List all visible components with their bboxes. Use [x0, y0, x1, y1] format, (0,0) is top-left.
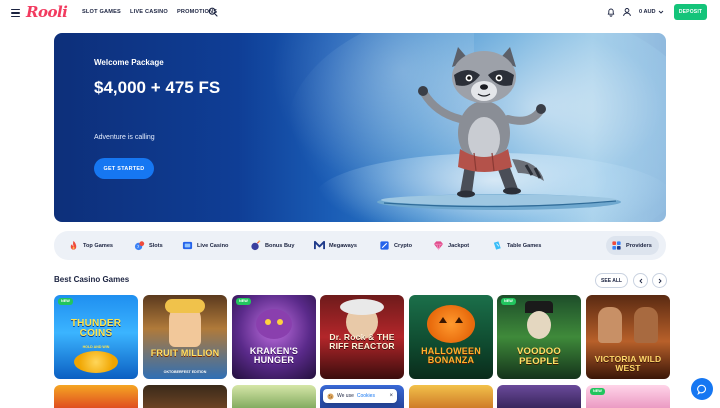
crypto-icon: [380, 241, 389, 250]
megaways-icon: [314, 240, 325, 250]
game-tile[interactable]: [497, 385, 581, 408]
chat-button[interactable]: [691, 378, 713, 400]
game-tile-halloween-bonanza[interactable]: HALLOWEEN BONANZA: [409, 295, 493, 379]
diamond-icon: [433, 241, 444, 251]
game-tile-krakens-hunger[interactable]: NEW KRAKEN'S HUNGER: [232, 295, 316, 379]
menu-icon[interactable]: [11, 9, 20, 17]
svg-text:7: 7: [137, 245, 139, 249]
category-megaways[interactable]: Megaways: [314, 238, 357, 253]
see-all-button[interactable]: SEE ALL: [595, 273, 628, 288]
rooli-logo[interactable]: Rooli: [26, 3, 68, 21]
category-label: Table Games: [507, 242, 542, 249]
live-casino-icon: [182, 241, 193, 250]
game-tile-fruit-million[interactable]: FRUIT MILLION OKTOBERFEST EDITION: [143, 295, 227, 379]
new-badge: NEW: [590, 388, 605, 395]
category-label: Top Games: [83, 242, 114, 249]
game-title: THUNDER COINS: [70, 318, 122, 339]
bomb-icon: [251, 240, 261, 251]
category-providers[interactable]: Providers: [606, 236, 659, 255]
category-top-games[interactable]: Top Games: [68, 238, 113, 253]
chevron-left-icon: [638, 278, 642, 283]
category-label: Jackpot: [448, 242, 470, 249]
close-icon[interactable]: ×: [389, 393, 393, 399]
category-bonus-buy[interactable]: Bonus Buy: [250, 238, 295, 253]
game-tile-victoria-wild-west[interactable]: VICTORIA WILD WEST: [586, 295, 670, 379]
new-badge: NEW: [58, 298, 73, 305]
slots-icon: 7: [134, 241, 145, 251]
table-games-icon: [493, 241, 501, 250]
coins-graphic: [74, 351, 118, 373]
game-subtitle: OKTOBERFEST EDITION: [163, 370, 207, 374]
top-header: Rooli SLOT GAMES LIVE CASINO PROMOTIONS …: [0, 0, 720, 28]
chevron-down-icon: [658, 10, 663, 14]
game-title: VOODOO PEOPLE: [517, 346, 561, 367]
game-tile[interactable]: [232, 385, 316, 408]
game-tile[interactable]: [54, 385, 138, 408]
new-badge: NEW: [236, 298, 251, 305]
nav-slot-games[interactable]: SLOT GAMES: [82, 9, 121, 15]
racoon-surfer-illustration: [418, 47, 546, 198]
new-badge: NEW: [501, 298, 516, 305]
hero-amount: $4,000 + 475 FS: [94, 78, 221, 97]
category-label: Crypto: [394, 242, 413, 249]
balance-value: 0 AUD: [639, 9, 656, 15]
category-live-casino[interactable]: Live Casino: [182, 238, 228, 253]
welcome-banner[interactable]: Welcome Package $4,000 + 475 FS Adventur…: [54, 33, 666, 222]
bell-icon[interactable]: [606, 7, 616, 17]
game-title: Dr. Rock & THE RIFF REACTOR: [329, 332, 395, 351]
category-label: Providers: [626, 242, 652, 249]
cowgirl-graphic: [598, 307, 622, 343]
cookies-link[interactable]: Cookies: [357, 393, 375, 399]
search-icon[interactable]: [208, 7, 218, 17]
game-tile[interactable]: NEW: [586, 385, 670, 408]
game-title: VICTORIA WILD WEST: [594, 354, 662, 373]
chat-icon: [696, 384, 706, 395]
next-button[interactable]: [652, 273, 667, 288]
category-label: Live Casino: [197, 242, 229, 249]
kraken-graphic: [256, 309, 292, 339]
hero-subtitle: Adventure is calling: [94, 134, 155, 141]
nav-live-casino[interactable]: LIVE CASINO: [130, 9, 168, 15]
category-label: Megaways: [329, 242, 357, 249]
providers-icon: [612, 241, 621, 250]
game-tile-thunder-coins[interactable]: NEW THUNDER COINS HOLD AND WIN: [54, 295, 138, 379]
game-tile[interactable]: [409, 385, 493, 408]
balance-dropdown[interactable]: 0 AUD: [639, 9, 664, 15]
main-nav: SLOT GAMES LIVE CASINO PROMOTIONS: [82, 9, 217, 15]
category-bar: Top Games 7 Slots Live Casino Bonus Buy …: [54, 231, 666, 260]
cookie-notice: We use Cookies ×: [323, 389, 397, 403]
section-title: Best Casino Games: [54, 275, 130, 284]
deposit-button[interactable]: DEPOSIT: [674, 4, 707, 20]
game-subtitle: HOLD AND WIN: [82, 345, 110, 349]
cookie-icon: [327, 392, 334, 400]
hair-graphic: [165, 299, 205, 313]
get-started-button[interactable]: GET STARTED: [94, 158, 154, 179]
category-jackpot[interactable]: Jackpot: [433, 238, 469, 253]
game-title: FRUIT MILLION: [150, 348, 220, 358]
category-crypto[interactable]: Crypto: [379, 238, 412, 253]
cowboy-graphic: [634, 307, 658, 343]
pumpkin-graphic: [427, 305, 475, 343]
game-title: HALLOWEEN BONANZA: [421, 346, 481, 365]
game-tile-riff-reactor[interactable]: Dr. Rock & THE RIFF REACTOR: [320, 295, 404, 379]
skull-face-graphic: [527, 311, 551, 339]
game-title: KRAKEN'S HUNGER: [249, 346, 299, 365]
user-icon[interactable]: [622, 7, 632, 17]
category-table-games[interactable]: Table Games: [492, 238, 541, 253]
category-slots[interactable]: 7 Slots: [134, 238, 163, 253]
game-tile-voodoo-people[interactable]: NEW VOODOO PEOPLE: [497, 295, 581, 379]
game-tile[interactable]: [143, 385, 227, 408]
category-label: Slots: [149, 242, 163, 249]
category-label: Bonus Buy: [265, 242, 295, 249]
hero-kicker: Welcome Package: [94, 58, 164, 67]
chevron-right-icon: [658, 278, 662, 283]
flame-icon: [70, 240, 77, 250]
cookie-text: We use: [337, 393, 354, 399]
prev-button[interactable]: [633, 273, 648, 288]
